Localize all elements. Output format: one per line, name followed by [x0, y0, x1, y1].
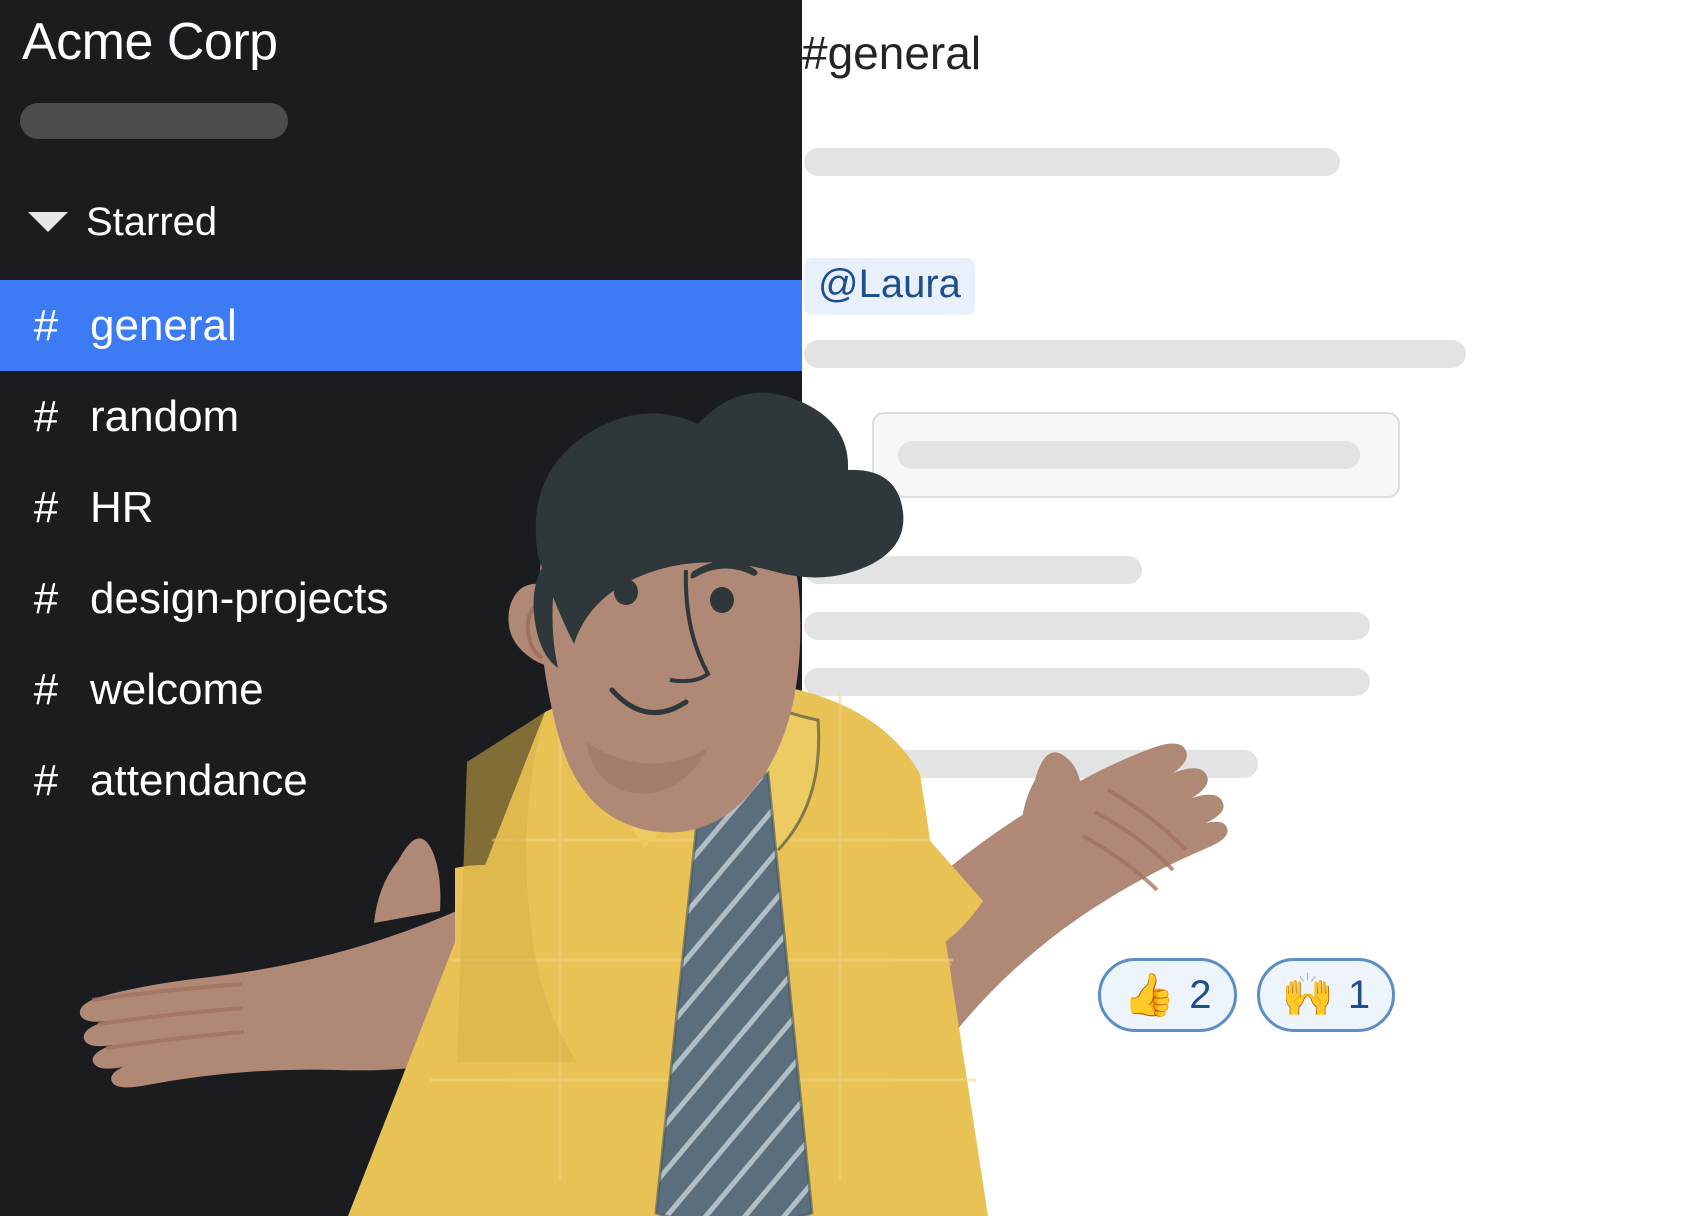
sidebar-item-attendance[interactable]: # attendance [0, 735, 802, 826]
quoted-message-box [872, 412, 1400, 498]
hash-icon: # [33, 300, 59, 350]
workspace-user-placeholder-pill[interactable] [20, 103, 288, 139]
sidebar-item-label: attendance [90, 755, 308, 805]
message-placeholder-bar [804, 750, 1258, 778]
sidebar-item-random[interactable]: # random [0, 371, 802, 462]
sidebar-item-welcome[interactable]: # welcome [0, 644, 802, 735]
reaction-count: 1 [1347, 973, 1371, 1017]
message-placeholder-bar [804, 612, 1370, 640]
sidebar-item-label: design-projects [90, 573, 389, 623]
message-placeholder-bar [804, 148, 1340, 176]
mention-laura[interactable]: @Laura [804, 258, 975, 315]
hash-icon: # [33, 573, 59, 623]
sidebar-item-general[interactable]: # general [0, 280, 802, 371]
sidebar-section-starred[interactable]: Starred [0, 186, 802, 258]
message-placeholder-bar [804, 668, 1370, 696]
message-placeholder-bar [804, 556, 1142, 584]
message-placeholder-bar [804, 340, 1466, 368]
quoted-message-placeholder-bar [898, 441, 1360, 469]
sidebar-item-HR[interactable]: # HR [0, 462, 802, 553]
reaction-bar: 👍 2 🙌 1 [1098, 958, 1396, 1032]
reaction-pill[interactable]: 🙌 1 [1256, 958, 1396, 1032]
sidebar: Acme Corp Starred # general # random # HR # des… [0, 0, 802, 1216]
chevron-down-icon[interactable] [28, 212, 68, 232]
hash-icon: # [33, 664, 59, 714]
sidebar-item-label: general [90, 300, 237, 350]
sidebar-item-design-projects[interactable]: # design-projects [0, 553, 802, 644]
hash-icon: # [33, 482, 59, 532]
sidebar-item-label: random [90, 391, 240, 441]
hash-icon: # [33, 755, 59, 805]
hash-icon: # [33, 391, 59, 441]
sidebar-item-label: welcome [90, 664, 264, 714]
thumbs-up-emoji: 👍 [1123, 971, 1176, 1018]
workspace-title: Acme Corp [22, 13, 278, 71]
raising-hands-emoji: 🙌 [1281, 971, 1334, 1018]
reaction-pill[interactable]: 👍 2 [1098, 958, 1237, 1032]
sidebar-item-label: HR [90, 482, 154, 532]
channel-list: # general # random # HR # design-projects # welco… [0, 280, 802, 826]
slack-like-app-window: Acme Corp Starred # general # random # HR # des… [0, 0, 1702, 1216]
message-panel: #general @Laura 👍 2 🙌 1 [802, 0, 1702, 1216]
reaction-count: 2 [1189, 973, 1212, 1017]
channel-heading: #general [802, 27, 982, 79]
sidebar-section-label: Starred [86, 199, 218, 244]
